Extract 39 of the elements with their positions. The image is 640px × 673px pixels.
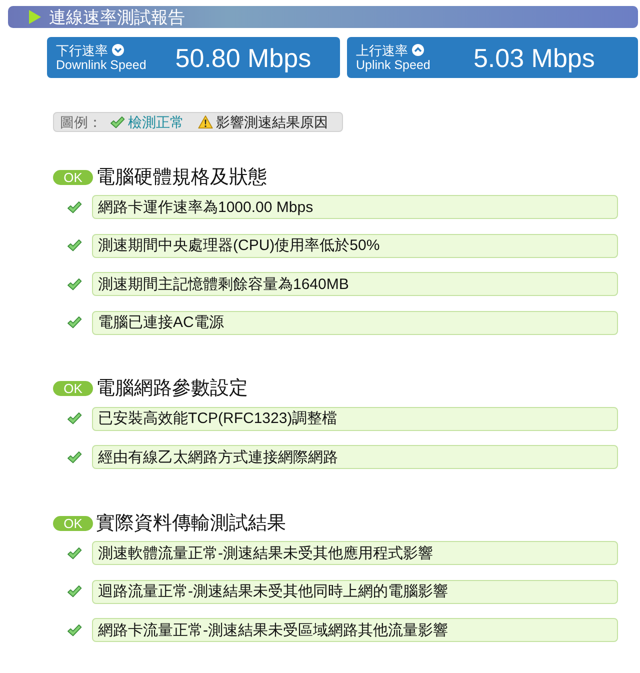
check-icon <box>67 278 82 290</box>
check-result-text: 網路卡運作速率為1000.00 Mbps <box>98 200 314 214</box>
section-title: 實際資料傳輸測試結果 <box>96 514 286 532</box>
check-icon <box>67 239 82 252</box>
check-result-text: 已安裝高效能TCP(RFC1323)調整檔 <box>98 411 338 426</box>
speed-label-english: Uplink Speed <box>356 58 430 72</box>
check-icon <box>67 585 82 598</box>
check-icon <box>67 546 82 560</box>
check-result-text: 網路卡流量正常-測速結果未受區域網路其他流量影響 <box>98 622 448 638</box>
check-icon <box>67 624 82 636</box>
speed-label: 上行速率 <box>356 42 408 58</box>
legend-text: 檢測正常 <box>128 115 184 129</box>
report-title: 連線速率測試報告 <box>49 8 185 26</box>
legend-text: 影響測速結果原因 <box>216 115 328 129</box>
check-icon <box>67 316 82 329</box>
legend-label: 圖例： <box>60 115 102 129</box>
speed-label: 下行速率 <box>56 42 108 58</box>
check-result-text: 測速期間主記憶體剩餘容量為1640MB <box>98 276 349 292</box>
check-result-text: 測速期間中央處理器(CPU)使用率低於50% <box>98 238 380 253</box>
ok-badge: OK <box>53 170 93 184</box>
check-icon <box>110 116 125 128</box>
check-icon <box>67 200 82 214</box>
check-result-text: 測速軟體流量正常-測速結果未受其他應用程式影響 <box>98 546 433 560</box>
chevron-up-circle-icon <box>412 44 424 56</box>
speed-value: 50.80 Mbps <box>175 44 312 70</box>
check-result-text: 電腦已連接AC電源 <box>98 315 224 330</box>
speed-label-english: Downlink Speed <box>56 58 146 72</box>
check-result-text: 經由有線乙太網路方式連接網際網路 <box>98 450 338 464</box>
check-result-text: 迴路流量正常-測速結果未受其他同時上網的電腦影響 <box>98 584 448 599</box>
section-title: 電腦網路參數設定 <box>96 379 248 398</box>
check-icon <box>67 412 82 425</box>
check-icon <box>67 450 82 464</box>
chevron-down-circle-icon <box>112 44 124 56</box>
ok-badge: OK <box>53 381 93 396</box>
speed-value: 5.03 Mbps <box>473 44 595 70</box>
play-triangle-icon <box>29 10 41 24</box>
section-title: 電腦硬體規格及狀態 <box>96 168 267 186</box>
ok-badge: OK <box>53 516 93 530</box>
warning-icon <box>198 115 213 129</box>
